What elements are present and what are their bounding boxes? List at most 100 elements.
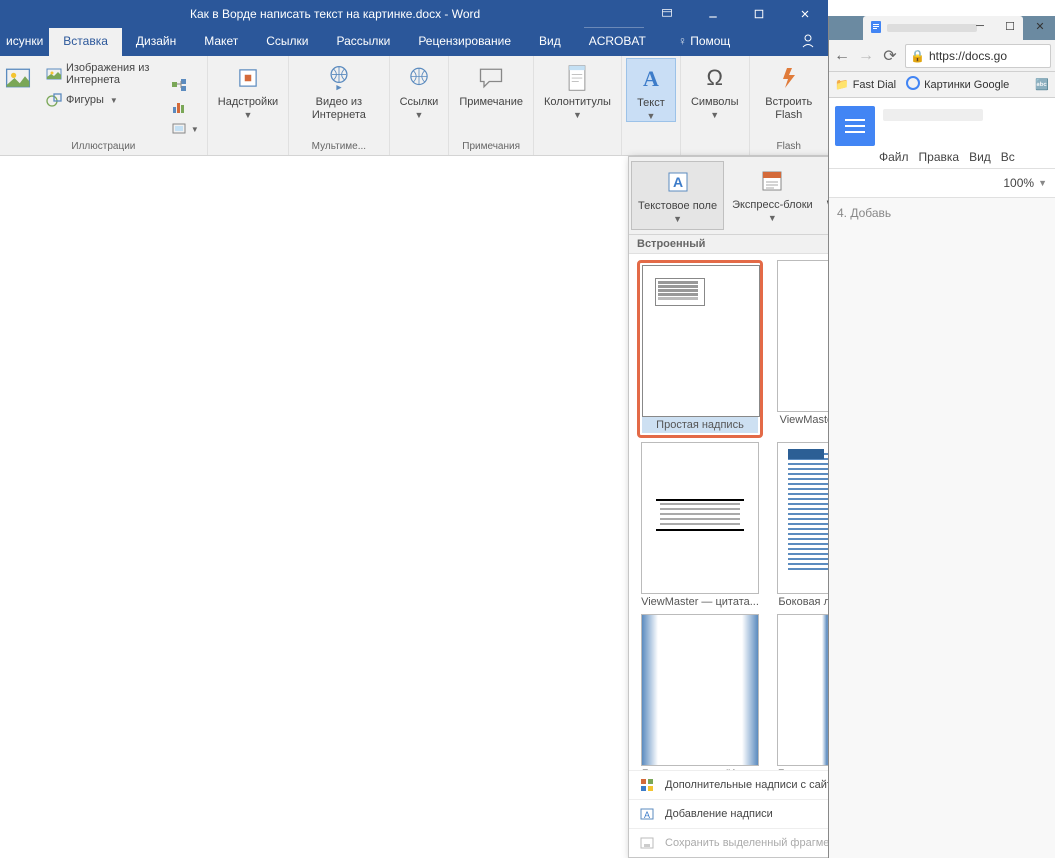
tab-acrobat[interactable]: ACROBAT [575,28,660,56]
folder-icon: 📁 [835,78,849,91]
online-video-label: Видео из Интернета [299,96,378,122]
symbols-label: Символы [691,96,739,109]
links-button[interactable]: Ссылки▼ [394,58,445,120]
text-button[interactable]: AТекст▼ [626,58,676,122]
smartart-icon [171,77,187,93]
gallery-item[interactable]: Простая надпись [637,260,763,438]
account-icon[interactable] [800,33,816,52]
office-icon [639,777,655,793]
shapes-button[interactable]: Фигуры ▼ [42,90,163,110]
reload-button[interactable]: ⟳ [881,47,899,65]
text-label: Текст [637,97,665,110]
online-pictures-label: Изображения из Интернета [66,62,159,86]
tab-view[interactable]: Вид [525,28,575,56]
zoom-level[interactable]: 100% [1003,176,1034,190]
svg-text:A: A [644,810,650,820]
gdocs-menu-view[interactable]: Вид [969,150,991,164]
gallery-thumbnail [642,265,760,417]
tab-mailings[interactable]: Рассылки [322,28,404,56]
symbols-button[interactable]: ΩСимволы▼ [685,58,745,120]
chevron-down-icon: ▼ [1038,178,1047,188]
chart-icon [171,99,187,115]
gdocs-menu-file[interactable]: Файл [879,150,909,164]
embed-flash-label: Встроить Flash [760,96,818,122]
tab-design[interactable]: Дизайн [122,28,190,56]
google-docs-app: Файл Правка Вид Вс 100% ▼ 4. Добавь [829,98,1055,858]
minimize-button[interactable] [690,0,736,28]
gdocs-favicon [869,20,883,37]
tab-layout[interactable]: Макет [190,28,252,56]
textbox-label: Текстовое поле [638,200,717,213]
gallery-item-caption: Простая надпись [642,417,758,433]
bookmark-fastdial-label: Fast Dial [853,79,896,91]
maximize-button[interactable] [736,0,782,28]
address-bar[interactable]: 🔒 https://docs.go [905,44,1051,68]
chevron-down-icon: ▼ [244,110,253,120]
svg-text:A: A [672,174,682,190]
save-selection-icon [639,835,655,851]
ribbon-tabs: исунки Вставка Дизайн Макет Ссылки Рассы… [0,28,828,56]
lock-icon: 🔒 [910,49,925,63]
tab-references[interactable]: Ссылки [252,28,322,56]
gallery-item-caption: ViewMaster — цитата... [637,594,763,610]
translate-icon[interactable]: 🔤 [1035,78,1049,91]
comment-button[interactable]: Примечание [453,58,529,109]
tell-me[interactable]: ♀ Помощ [664,28,744,56]
gallery-item[interactable]: ViewMaster — цитата... [637,442,763,610]
textbox-button[interactable]: A Текстовое поле▼ [631,161,724,230]
close-button[interactable] [782,0,828,28]
chrome-maximize-button[interactable]: ☐ [995,16,1025,36]
chevron-down-icon: ▼ [414,110,423,120]
smartart-button[interactable] [167,75,203,95]
quick-parts-button[interactable]: Экспресс-блоки▼ [726,161,819,230]
bookmark-google-images[interactable]: Картинки Google [906,76,1009,93]
screenshot-button[interactable]: ▼ [167,119,203,139]
embed-flash-button[interactable]: Встроить Flash [754,58,824,122]
chrome-toolbar: ← → ⟳ 🔒 https://docs.go [829,40,1055,72]
account-area[interactable] [584,0,644,28]
chrome-tab-strip: ─ ☐ ✕ [829,16,1055,40]
gdocs-menu-insert[interactable]: Вс [1001,150,1015,164]
bookmarks-bar: 📁 Fast Dial Картинки Google 🔤 [829,72,1055,98]
gdocs-menu-edit[interactable]: Правка [919,150,960,164]
shapes-icon [46,92,62,108]
forward-button[interactable]: → [857,47,875,65]
chrome-minimize-button[interactable]: ─ [965,16,995,36]
gdocs-canvas[interactable]: 4. Добавь [829,198,1055,858]
chart-button[interactable] [167,97,203,117]
gallery-thumbnail [641,442,759,594]
addins-button[interactable]: Надстройки▼ [212,58,284,120]
tab-drawing-partial[interactable]: исунки [0,28,49,56]
group-illustrations-label: Иллюстрации [4,139,203,155]
online-video-button[interactable]: Видео из Интернета [293,58,384,122]
screenshot-icon [171,121,187,137]
online-pictures-icon [46,66,62,82]
bookmark-images-label: Картинки Google [924,79,1009,91]
header-footer-button[interactable]: Колонтитулы▼ [538,58,617,120]
chevron-down-icon: ▼ [110,96,118,105]
shapes-label: Фигуры [66,94,104,106]
gallery-item[interactable]: Боковая панель "Асп... [637,614,763,770]
chevron-down-icon: ▼ [673,214,682,224]
addins-label: Надстройки [218,96,278,109]
comment-label: Примечание [459,96,523,109]
chrome-close-button[interactable]: ✕ [1025,16,1055,36]
tab-insert[interactable]: Вставка [49,28,122,56]
bookmark-fastdial[interactable]: 📁 Fast Dial [835,78,896,91]
online-pictures-button[interactable]: Изображения из Интернета [42,60,163,88]
gdocs-logo[interactable] [835,106,875,146]
back-button[interactable]: ← [833,47,851,65]
gdocs-doc-title[interactable] [883,106,1049,128]
group-media-label: Мультиме... [293,139,384,155]
gdocs-menu-bar: Файл Правка Вид Вс [879,146,1055,168]
quick-access-toolbar [0,7,24,21]
textbox-icon: A [639,806,655,822]
ribbon-options-icon[interactable] [644,0,690,28]
pictures-button[interactable] [4,58,38,94]
chrome-window: ─ ☐ ✕ ← → ⟳ 🔒 https://docs.go 📁 Fast Dial… [828,16,1055,858]
omega-icon: Ω [706,65,722,91]
tab-review[interactable]: Рецензирование [404,28,525,56]
document-title: Как в Ворде написать текст на картинке.d… [190,7,480,21]
gdocs-body-text-fragment: 4. Добавь [837,206,891,220]
draw-textbox-label: Добавление надписи [665,808,773,820]
